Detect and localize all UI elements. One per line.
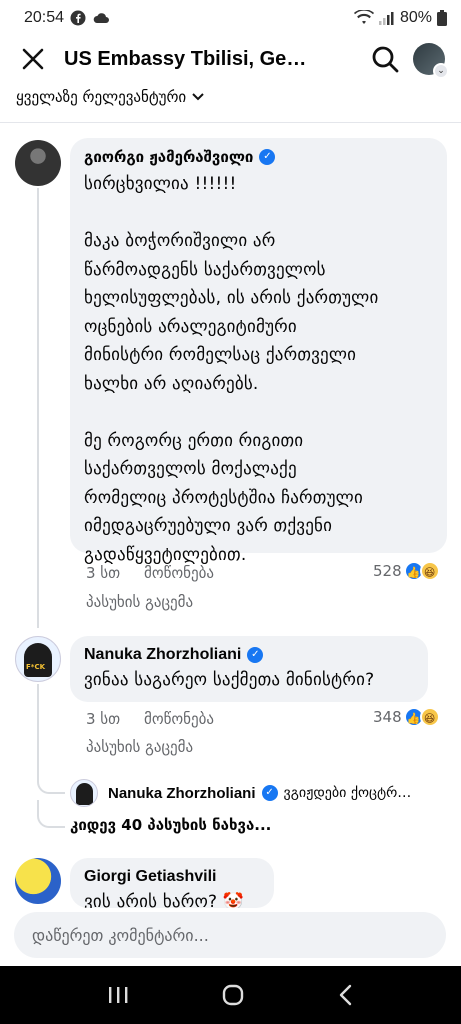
comment-bubble: Giorgi Getiashvili ვის არის ხარო? 🤡 (70, 858, 274, 908)
comment-text: სირცხვილია !!!!!! მაკა ბოჭორიშვილი არ წა… (84, 174, 379, 565)
view-more-replies-link[interactable]: კიდევ 40 პასუხის ნახვა... (70, 816, 271, 834)
back-icon[interactable] (338, 984, 354, 1006)
battery-percent: 80% (399, 9, 432, 26)
system-nav-bar (0, 966, 461, 1024)
reply-button[interactable]: პასუხის გაცემა (86, 593, 193, 611)
reaction-summary[interactable]: 348 👍 😆 (373, 707, 440, 727)
wifi-icon (353, 10, 374, 24)
avatar[interactable] (15, 858, 61, 904)
search-icon[interactable] (371, 45, 399, 73)
thread-line (37, 188, 39, 628)
close-icon[interactable] (21, 47, 45, 71)
reaction-count: 348 (373, 708, 402, 726)
reaction-summary[interactable]: 528 👍 😆 (373, 561, 440, 581)
comment-author: Nanuka Zhorzholiani (108, 784, 256, 802)
profile-avatar-button[interactable]: ⌄ (413, 43, 449, 79)
comment-time: 3 სთ (86, 710, 121, 728)
comment-meta: 3 სთ მოწონება (86, 710, 214, 728)
haha-reaction-icon: 😆 (419, 707, 440, 727)
reply-connector (37, 770, 65, 794)
avatar[interactable] (15, 140, 61, 186)
nested-reply-preview[interactable]: Nanuka Zhorzholiani ✓ ვგიჟდები ქოცტრ… (70, 778, 450, 808)
status-time: 20:54 (24, 9, 65, 26)
thread-line (37, 684, 39, 772)
comment-bubble: გიორგი ჟამერაშვილი ✓ სირცხვილია !!!!!! მ… (70, 138, 447, 565)
verified-badge-icon: ✓ (247, 647, 264, 663)
recent-apps-icon[interactable] (107, 985, 129, 1005)
divider (0, 122, 461, 123)
comment-meta: 3 სთ მოწონება (86, 564, 214, 582)
comment-text: ვის არის ხარო? 🤡 (84, 892, 245, 908)
comment-author[interactable]: გიორგი ჟამერაშვილი (84, 148, 253, 166)
signal-icon (378, 12, 394, 25)
haha-reaction-icon: 😆 (419, 561, 440, 581)
chevron-down-icon (192, 93, 204, 101)
comment-author[interactable]: Nanuka Zhorzholiani (84, 646, 241, 664)
comment-author[interactable]: Giorgi Getiashvili (84, 868, 216, 886)
verified-badge-icon: ✓ (261, 785, 278, 801)
reply-connector (37, 800, 65, 828)
comment-input[interactable]: დაწერეთ კომენტარი... (14, 912, 446, 958)
cloud-icon (93, 13, 110, 23)
home-icon[interactable] (222, 984, 244, 1006)
page-title: US Embassy Tbilisi, Georgia (64, 47, 314, 70)
like-button[interactable]: მოწონება (144, 564, 214, 582)
reaction-count: 528 (373, 562, 402, 580)
status-bar: 20:54 80% (0, 0, 461, 36)
sort-label: ყველაზე რელევანტური (16, 88, 187, 106)
like-button[interactable]: მოწონება (144, 710, 214, 728)
comment-bubble: Nanuka Zhorzholiani ✓ ვინაა საგარეო საქმ… (70, 636, 428, 702)
chevron-down-icon: ⌄ (433, 63, 449, 79)
reply-preview-text: ვგიჟდები ქოცტრ… (283, 785, 412, 801)
battery-icon (437, 10, 447, 26)
sort-dropdown[interactable]: ყველაზე რელევანტური (16, 88, 204, 106)
reply-button[interactable]: პასუხის გაცემა (86, 738, 193, 756)
facebook-icon (70, 10, 86, 26)
verified-badge-icon: ✓ (259, 149, 276, 165)
avatar[interactable]: F*CK (15, 636, 61, 682)
comment-time: 3 სთ (86, 564, 121, 582)
app-bar: US Embassy Tbilisi, Georgia ⌄ (0, 36, 461, 82)
comment-input-placeholder: დაწერეთ კომენტარი... (32, 925, 209, 945)
comment-text: ვინაა საგარეო საქმეთა მინისტრი? (84, 670, 375, 690)
